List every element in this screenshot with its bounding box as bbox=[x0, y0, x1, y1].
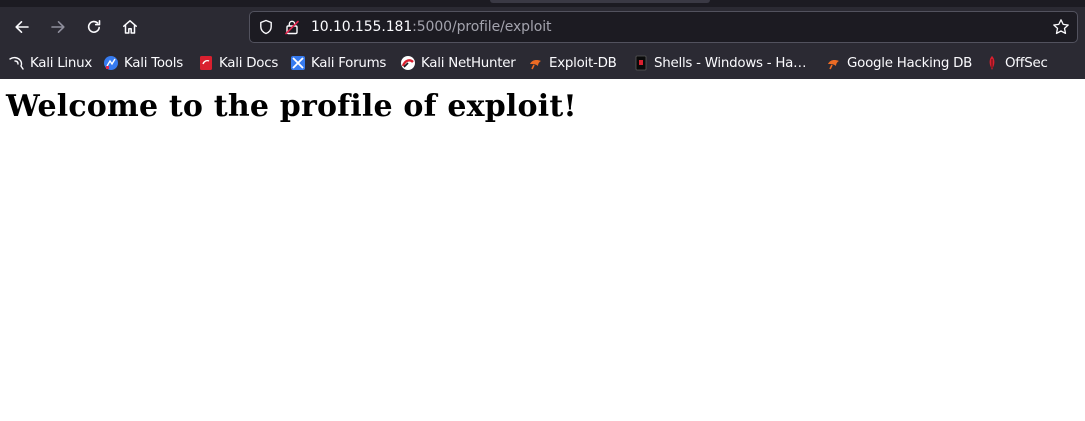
bookmark-label: Kali Linux bbox=[30, 55, 93, 71]
back-arrow-icon bbox=[15, 21, 29, 33]
bookmark-google-hacking-db[interactable]: Google Hacking DB bbox=[826, 53, 972, 73]
address-bar[interactable]: 10.10.155.181:5000/profile/exploit bbox=[249, 11, 1078, 43]
bookmark-offsec[interactable]: OffSec bbox=[984, 53, 1048, 73]
forward-button[interactable] bbox=[43, 12, 73, 42]
browser-toolbar: 10.10.155.181:5000/profile/exploit Kali … bbox=[0, 0, 1085, 79]
bookmarks-toolbar: Kali Linux Kali Tools Kali Docs Kali For… bbox=[0, 51, 1085, 75]
kali-dragon-icon bbox=[9, 56, 24, 70]
reload-button[interactable] bbox=[79, 12, 109, 42]
shells-icon bbox=[635, 55, 647, 71]
bookmark-kali-docs[interactable]: Kali Docs bbox=[198, 53, 278, 73]
kali-docs-icon bbox=[200, 56, 212, 70]
kali-tools-icon bbox=[104, 56, 118, 70]
bookmark-label: Google Hacking DB bbox=[847, 55, 973, 71]
offsec-icon bbox=[989, 56, 995, 70]
bookmark-label: Kali Docs bbox=[219, 55, 279, 71]
url-path: :5000/profile/exploit bbox=[412, 19, 552, 35]
bookmark-label: Kali Forums bbox=[311, 55, 387, 71]
bookmark-kali-linux[interactable]: Kali Linux bbox=[9, 53, 92, 73]
exploit-db-icon bbox=[530, 60, 541, 70]
url-host: 10.10.155.181 bbox=[311, 19, 413, 35]
bookmark-label: Kali NetHunter bbox=[421, 55, 516, 71]
bookmark-label: Exploit-DB bbox=[549, 55, 617, 71]
bookmark-label: OffSec bbox=[1005, 55, 1048, 71]
kali-forums-icon bbox=[291, 56, 305, 70]
bookmark-star-icon[interactable] bbox=[1052, 18, 1070, 40]
url-text[interactable]: 10.10.155.181:5000/profile/exploit bbox=[311, 18, 552, 36]
page-content: Welcome to the profile of exploit! bbox=[0, 79, 1085, 421]
active-tab-edge[interactable] bbox=[490, 0, 710, 3]
bookmark-kali-forums[interactable]: Kali Forums bbox=[290, 53, 386, 73]
bookmark-shells[interactable]: Shells - Windows - Ha… bbox=[633, 53, 807, 73]
back-button[interactable] bbox=[7, 12, 37, 42]
page-heading: Welcome to the profile of exploit! bbox=[6, 89, 577, 124]
forward-arrow-icon bbox=[51, 21, 65, 33]
home-icon bbox=[123, 20, 137, 34]
insecure-lock-icon[interactable] bbox=[284, 19, 300, 39]
bookmark-kali-nethunter[interactable]: Kali NetHunter bbox=[400, 53, 516, 73]
bookmark-exploit-db[interactable]: Exploit-DB bbox=[528, 53, 617, 73]
reload-icon bbox=[87, 20, 101, 33]
tab-strip bbox=[0, 0, 1085, 7]
tracking-shield-icon[interactable] bbox=[258, 19, 274, 39]
bookmark-label: Kali Tools bbox=[124, 55, 183, 71]
ghdb-icon bbox=[828, 60, 839, 70]
bookmark-kali-tools[interactable]: Kali Tools bbox=[103, 53, 183, 73]
home-button[interactable] bbox=[115, 12, 145, 42]
kali-nethunter-icon bbox=[401, 56, 415, 70]
bookmark-label: Shells - Windows - Ha… bbox=[654, 55, 807, 71]
